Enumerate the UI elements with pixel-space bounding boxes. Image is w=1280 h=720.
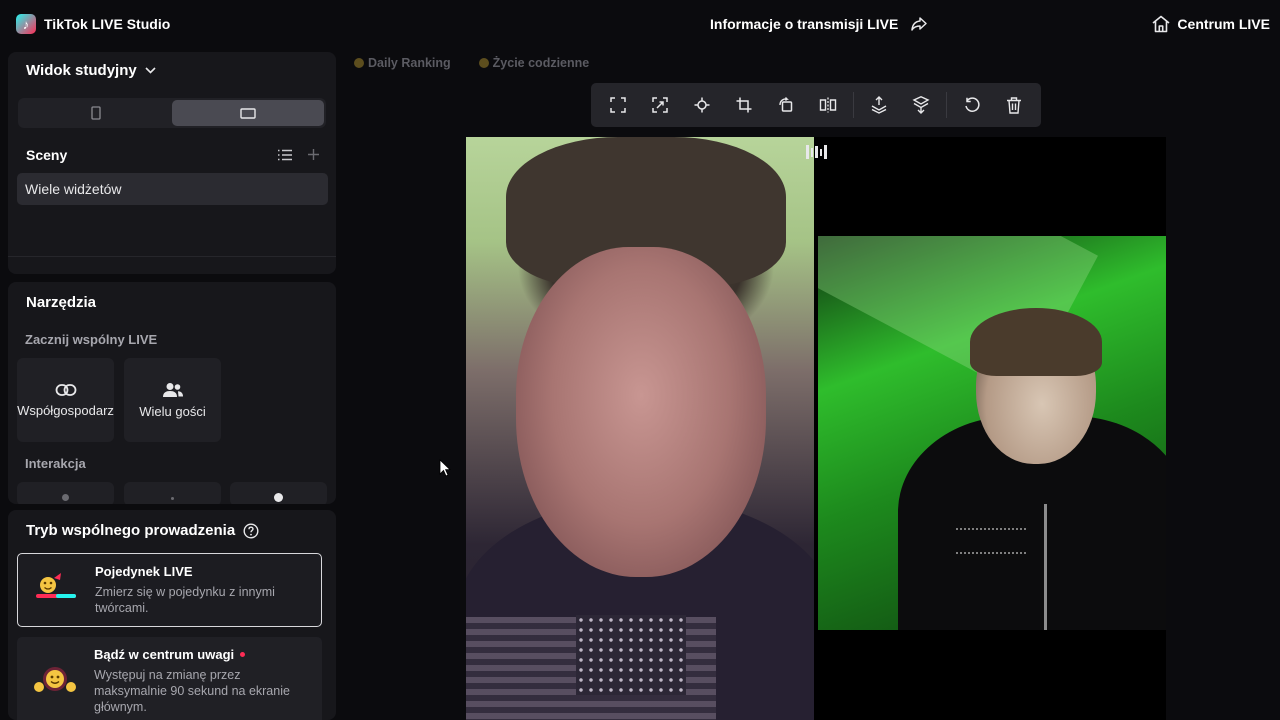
fullscreen-icon xyxy=(610,97,626,113)
orientation-toggle xyxy=(18,98,326,128)
app-title-text: TikTok LIVE Studio xyxy=(44,16,171,32)
feed-shape xyxy=(576,615,686,695)
host-camera-feed[interactable] xyxy=(466,137,814,720)
tag-dot-icon xyxy=(354,58,364,68)
tools-title: Narzędzia xyxy=(26,294,97,311)
scenes-actions xyxy=(277,148,320,161)
guest-camera-feed[interactable] xyxy=(818,236,1166,630)
tag-dot-icon xyxy=(478,58,489,68)
interaction-tool-3[interactable] xyxy=(230,482,327,504)
scenes-label: Sceny xyxy=(26,147,68,163)
interaction-icon-3 xyxy=(274,492,283,502)
scene-tag-daily-life[interactable]: Życie codzienne xyxy=(478,56,589,70)
delete-button[interactable] xyxy=(993,88,1035,122)
crop-icon xyxy=(736,97,752,113)
app-title: ♪ TikTok LIVE Studio xyxy=(16,14,170,34)
cohost-mode-title-text: Tryb wspólnego prowadzenia xyxy=(26,522,236,539)
live-match-icon xyxy=(36,573,76,598)
live-center-button[interactable]: Centrum LIVE xyxy=(1151,15,1270,33)
divider xyxy=(8,256,336,257)
fit-button[interactable] xyxy=(639,88,681,122)
interaction-tool-1[interactable] xyxy=(17,482,114,504)
send-backward-button[interactable] xyxy=(900,88,942,122)
spotlight-icon xyxy=(34,667,76,692)
feed-shape xyxy=(516,247,766,577)
feed-shape xyxy=(1044,504,1047,630)
stream-info-button[interactable]: Informacje o transmisji LIVE xyxy=(710,16,928,32)
rotate-button[interactable] xyxy=(765,88,807,122)
cohost-mode-title: Tryb wspólnego prowadzenia xyxy=(26,522,259,539)
feed-shape xyxy=(956,528,1026,554)
landscape-button[interactable] xyxy=(172,100,324,126)
portrait-icon xyxy=(91,106,101,120)
toolbar-separator xyxy=(946,92,947,118)
bring-forward-icon xyxy=(871,96,887,114)
send-backward-icon xyxy=(912,96,930,114)
cohost-tool-label: Współgospodarz xyxy=(17,402,114,418)
live-center-label: Centrum LIVE xyxy=(1177,16,1270,32)
flip-horizontal-button[interactable] xyxy=(807,88,849,122)
fullscreen-button[interactable] xyxy=(597,88,639,122)
cohost-group-label: Zacznij wspólny LIVE xyxy=(25,332,158,347)
multi-guest-tool-button[interactable]: Wielu gości xyxy=(124,358,221,442)
scene-tags: Daily Ranking Życie codzienne xyxy=(354,56,589,70)
feed-shape xyxy=(970,308,1102,376)
live-match-title: Pojedynek LIVE xyxy=(95,564,193,579)
stream-info-label: Informacje o transmisji LIVE xyxy=(710,16,899,32)
flip-horizontal-icon xyxy=(819,97,837,113)
chevron-down-icon xyxy=(145,67,156,74)
delete-icon xyxy=(1007,96,1021,114)
share-icon xyxy=(911,17,928,31)
bring-forward-button[interactable] xyxy=(858,88,900,122)
scene-item[interactable]: Wiele widżetów xyxy=(17,173,328,205)
studio-view-panel: Widok studyjny Sceny Wiele widżetów xyxy=(8,52,336,274)
add-scene-icon[interactable] xyxy=(307,148,320,161)
studio-view-label: Widok studyjny xyxy=(26,62,137,79)
list-icon[interactable] xyxy=(277,149,293,161)
interaction-icon-2 xyxy=(171,496,174,500)
crop-button[interactable] xyxy=(723,88,765,122)
center-button[interactable] xyxy=(681,88,723,122)
studio-view-dropdown[interactable]: Widok studyjny xyxy=(26,62,156,79)
tools-panel: Narzędzia Zacznij wspólny LIVE Współgosp… xyxy=(8,282,336,504)
fit-to-screen-icon xyxy=(652,97,668,113)
link-icon xyxy=(55,383,76,396)
source-edit-toolbar xyxy=(591,83,1041,127)
mouse-cursor-icon xyxy=(439,459,451,477)
spotlight-title-row: Bądź w centrum uwagi xyxy=(94,647,310,662)
live-preview-canvas[interactable] xyxy=(466,137,1166,720)
help-icon[interactable] xyxy=(243,522,259,539)
live-match-desc: Zmierz się w pojedynku z innymi twórcami… xyxy=(95,585,275,615)
tiktok-logo-icon: ♪ xyxy=(16,14,36,34)
center-icon xyxy=(694,97,710,113)
interaction-icon-1 xyxy=(62,493,69,501)
interaction-group-label: Interakcja xyxy=(25,456,86,471)
spotlight-option[interactable]: Bądź w centrum uwagi Występuj na zmianę … xyxy=(17,637,322,720)
cohost-mode-panel: Tryb wspólnego prowadzenia Pojedynek LIV… xyxy=(8,510,336,720)
reset-icon xyxy=(965,97,980,112)
multi-guest-tool-label: Wielu gości xyxy=(139,403,206,419)
spotlight-title: Bądź w centrum uwagi xyxy=(94,647,235,662)
users-icon xyxy=(162,382,183,397)
landscape-icon xyxy=(240,107,256,119)
audio-level-icon xyxy=(806,143,828,161)
rotate-icon xyxy=(779,97,793,112)
home-icon xyxy=(1152,15,1170,33)
interaction-tool-2[interactable] xyxy=(124,482,221,504)
scene-tag-daily-ranking[interactable]: Daily Ranking xyxy=(354,56,451,70)
live-match-option[interactable]: Pojedynek LIVE Zmierz się w pojedynku z … xyxy=(17,553,322,627)
spotlight-desc: Występuj na zmianę przez maksymalnie 90 … xyxy=(94,668,290,714)
new-badge-dot xyxy=(240,652,246,657)
toolbar-separator xyxy=(853,92,854,118)
top-bar: ♪ TikTok LIVE Studio Informacje o transm… xyxy=(0,0,1280,50)
portrait-button[interactable] xyxy=(20,100,172,126)
cohost-tool-button[interactable]: Współgospodarz xyxy=(17,358,114,442)
reset-button[interactable] xyxy=(951,88,993,122)
